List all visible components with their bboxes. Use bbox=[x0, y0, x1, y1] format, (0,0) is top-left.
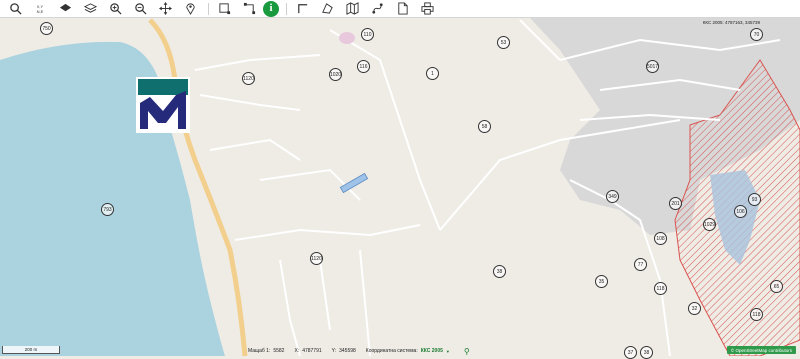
document-icon[interactable] bbox=[391, 1, 413, 17]
crs-label: Координатна система: bbox=[365, 348, 418, 354]
crs-select[interactable]: ККС 2005 bbox=[421, 348, 443, 354]
parcel-label[interactable]: 110 bbox=[361, 28, 374, 41]
parcel-label[interactable]: 116 bbox=[357, 60, 370, 73]
scale-label: Мащаб 1: bbox=[248, 348, 271, 354]
layers-stack-icon[interactable] bbox=[79, 1, 101, 17]
parcel-label[interactable]: 38 bbox=[493, 265, 506, 278]
parcel-label[interactable]: 349 bbox=[606, 190, 619, 203]
parcel-label[interactable]: 118 bbox=[750, 308, 763, 321]
search-crs-icon[interactable]: ⚲ bbox=[464, 347, 470, 356]
parcel-label[interactable]: 118 bbox=[654, 282, 667, 295]
parcel-label[interactable]: 70 bbox=[750, 28, 763, 41]
toolbar-separator bbox=[208, 2, 209, 15]
parcel-label[interactable]: 1029 bbox=[703, 218, 716, 231]
scale-bar: 200 m bbox=[2, 346, 60, 354]
search-icon[interactable] bbox=[4, 1, 26, 17]
parcel-label[interactable]: 750 bbox=[40, 22, 53, 35]
parcel-label[interactable]: 1120 bbox=[242, 72, 255, 85]
pink-feature bbox=[339, 32, 355, 44]
zoom-in-icon[interactable] bbox=[104, 1, 126, 17]
y-value: 345598 bbox=[339, 348, 356, 354]
parcel-label[interactable]: 53 bbox=[497, 36, 510, 49]
parcel-label[interactable]: 58 bbox=[478, 120, 491, 133]
parcel-label[interactable]: 37 bbox=[624, 346, 637, 359]
select-area-icon[interactable] bbox=[213, 1, 235, 17]
x-value: 4787791 bbox=[302, 348, 322, 354]
y-label: Y: bbox=[331, 348, 337, 354]
parcel-label[interactable]: 93 bbox=[748, 193, 761, 206]
print-icon[interactable] bbox=[416, 1, 438, 17]
parcel-label[interactable]: 1 bbox=[426, 67, 439, 80]
company-logo bbox=[136, 77, 190, 133]
measure-line-icon[interactable] bbox=[291, 1, 313, 17]
parcel-label[interactable]: 5017 bbox=[646, 60, 659, 73]
attribution[interactable]: © OpenStreetMap contributors bbox=[726, 346, 796, 354]
x-label: X: bbox=[294, 348, 300, 354]
coordinates-button[interactable]: X,Y N,E bbox=[29, 1, 51, 17]
zoom-out-icon[interactable] bbox=[129, 1, 151, 17]
info-icon[interactable]: i bbox=[263, 0, 279, 17]
parcel-label[interactable]: 35 bbox=[595, 275, 608, 288]
measure-area-icon[interactable] bbox=[316, 1, 338, 17]
route-icon[interactable] bbox=[366, 1, 388, 17]
water-parcel-label[interactable]: 793 bbox=[101, 203, 114, 216]
parcel-label[interactable]: 32 bbox=[688, 302, 701, 315]
toolbar-separator bbox=[286, 2, 287, 15]
parcel-label[interactable]: 1120 bbox=[310, 252, 323, 265]
parcel-label[interactable]: 38 bbox=[640, 346, 653, 359]
parcel-label[interactable]: 1020 bbox=[329, 68, 342, 81]
status-bar: Мащаб 1: 5582 X: 4787791 Y: 345598 Коорд… bbox=[248, 346, 528, 356]
select-polygon-icon[interactable] bbox=[238, 1, 260, 17]
pan-icon[interactable] bbox=[154, 1, 176, 17]
location-pin-icon[interactable] bbox=[179, 1, 201, 17]
map-icon[interactable] bbox=[341, 1, 363, 17]
toolbar: X,Y N,E i bbox=[0, 0, 800, 18]
parcel-label[interactable]: 108 bbox=[654, 232, 667, 245]
map-canvas[interactable] bbox=[0, 0, 800, 356]
parcel-label[interactable]: 106 bbox=[734, 205, 747, 218]
chevron-down-icon[interactable]: ▼ bbox=[446, 349, 450, 354]
layers-icon[interactable] bbox=[54, 1, 76, 17]
parcel-label[interactable]: 201 bbox=[669, 197, 682, 210]
coordinates-label-bottom: N,E bbox=[36, 8, 44, 14]
parcel-label[interactable]: 65 bbox=[770, 280, 783, 293]
parcel-label[interactable]: 77 bbox=[634, 258, 647, 271]
scale-value: 5582 bbox=[273, 348, 285, 354]
coordinate-readout: ККС 2005: 4787163, 345739 bbox=[702, 20, 760, 25]
